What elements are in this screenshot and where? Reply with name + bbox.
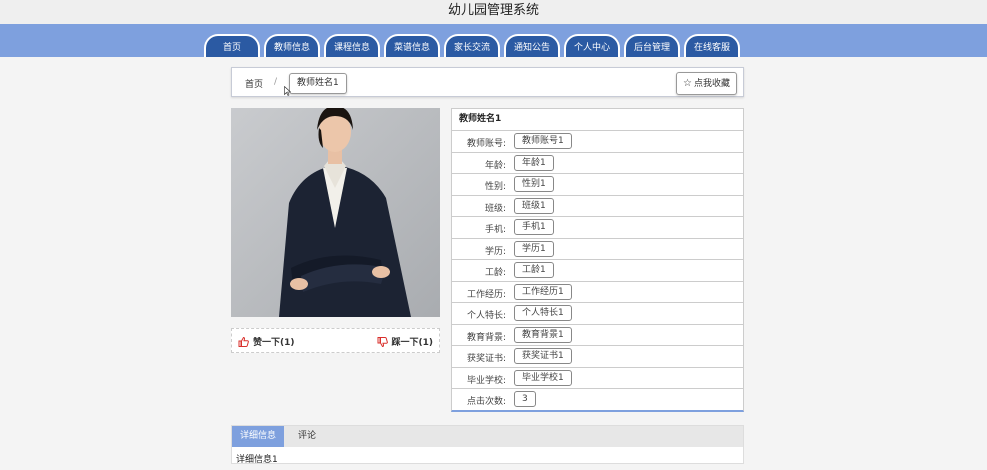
info-label: 个人特长:	[466, 311, 506, 321]
info-label: 获奖证书:	[466, 354, 506, 364]
info-label: 工龄:	[484, 268, 506, 278]
info-label: 工作经历:	[466, 289, 506, 300]
favorite-button[interactable]: ☆ 点我收藏	[676, 72, 737, 95]
info-row-education-background: 教育背景: 教育背景1	[452, 325, 743, 346]
like-count-label: 赞一下(1)	[253, 338, 295, 348]
info-label: 毕业学校:	[466, 375, 506, 386]
info-value: 获奖证书1	[514, 348, 572, 364]
nav-tab-teachers[interactable]: 教师信息	[264, 34, 320, 57]
star-icon: ☆	[683, 78, 692, 89]
info-value: 手机1	[514, 219, 554, 235]
info-value: 毕业学校1	[514, 369, 572, 386]
nav-tab-admin[interactable]: 后台管理	[624, 34, 680, 57]
tab-details[interactable]: 详细信息	[232, 426, 285, 447]
info-row-account: 教师账号: 教师账号1	[452, 131, 743, 153]
info-label: 班级:	[484, 203, 506, 214]
main-nav: 首页 教师信息 课程信息 菜谱信息 家长交流 通知公告 个人中心 后台管理 在线…	[0, 24, 987, 57]
info-row-click-count: 点击次数: 3	[452, 389, 743, 411]
app-header: 幼儿园管理系统	[0, 0, 987, 25]
info-value: 工龄1	[514, 262, 554, 278]
info-value: 3	[514, 391, 536, 407]
thumbs-down-icon	[377, 336, 388, 347]
info-row-seniority: 工龄: 工龄1	[452, 260, 743, 282]
breadcrumb-current: 教师姓名1	[289, 73, 347, 94]
app-title: 幼儿园管理系统	[447, 3, 539, 18]
info-row-education: 学历: 学历1	[452, 239, 743, 260]
favorite-button-label: 点我收藏	[693, 79, 730, 89]
dislike-button[interactable]: 踩一下(1)	[377, 335, 434, 348]
info-row-class: 班级: 班级1	[452, 196, 743, 217]
info-label: 年龄:	[484, 160, 506, 171]
breadcrumb-separator: /	[274, 77, 278, 87]
dislike-count-label: 踩一下(1)	[391, 338, 434, 348]
teacher-portrait-image	[231, 108, 440, 317]
breadcrumb-home-link[interactable]: 首页	[245, 77, 263, 90]
info-value: 工作经历1	[514, 283, 572, 300]
info-row-gender: 性别: 性别1	[452, 174, 743, 196]
nav-tab-home[interactable]: 首页	[204, 34, 260, 57]
mouse-cursor-icon	[284, 86, 291, 96]
detail-content: 详细信息1	[236, 455, 278, 465]
info-row-certificates: 获奖证书: 获奖证书1	[452, 346, 743, 368]
thumbs-up-icon	[238, 336, 249, 347]
info-row-phone: 手机: 手机1	[452, 217, 743, 239]
info-label: 性别:	[484, 182, 506, 192]
info-label: 学历:	[484, 246, 506, 257]
info-label: 手机:	[484, 225, 506, 235]
breadcrumb: 首页 / 教师姓名1 ☆ 点我收藏	[231, 67, 744, 97]
like-button[interactable]: 赞一下(1)	[238, 335, 295, 348]
nav-tab-courses[interactable]: 课程信息	[324, 34, 380, 57]
nav-tab-recipes[interactable]: 菜谱信息	[384, 34, 440, 57]
nav-tab-support[interactable]: 在线客服	[684, 34, 740, 57]
info-row-graduated-school: 毕业学校: 毕业学校1	[452, 368, 743, 389]
info-row-work-experience: 工作经历: 工作经历1	[452, 282, 743, 303]
teacher-info-panel: 教师姓名1 教师账号: 教师账号1 年龄: 年龄1 性别: 性别1 班级: 班级…	[451, 108, 744, 412]
info-value: 年龄1	[514, 154, 554, 171]
info-value: 个人特长1	[514, 305, 572, 321]
info-value: 教师账号1	[514, 133, 572, 149]
info-value: 学历1	[514, 240, 554, 257]
nav-tab-profile[interactable]: 个人中心	[564, 34, 620, 57]
info-label: 教师账号:	[466, 139, 506, 149]
teacher-name-heading: 教师姓名1	[452, 109, 743, 131]
tab-comments[interactable]: 评论	[290, 426, 324, 447]
detail-tabs: 详细信息 评论	[232, 426, 743, 447]
teacher-photo	[231, 108, 440, 317]
info-label: 点击次数:	[466, 397, 506, 407]
info-label: 教育背景:	[466, 332, 506, 343]
info-row-specialty: 个人特长: 个人特长1	[452, 303, 743, 325]
info-value: 教育背景1	[514, 326, 572, 343]
info-row-age: 年龄: 年龄1	[452, 153, 743, 174]
info-value: 性别1	[514, 176, 554, 192]
vote-bar: 赞一下(1) 踩一下(1)	[231, 328, 440, 353]
nav-tab-notices[interactable]: 通知公告	[504, 34, 560, 57]
nav-tab-parent-forum[interactable]: 家长交流	[444, 34, 500, 57]
detail-section: 详细信息 评论 详细信息1	[231, 425, 744, 465]
info-value: 班级1	[514, 197, 554, 214]
nav-tabs: 首页 教师信息 课程信息 菜谱信息 家长交流 通知公告 个人中心 后台管理 在线…	[204, 34, 740, 57]
